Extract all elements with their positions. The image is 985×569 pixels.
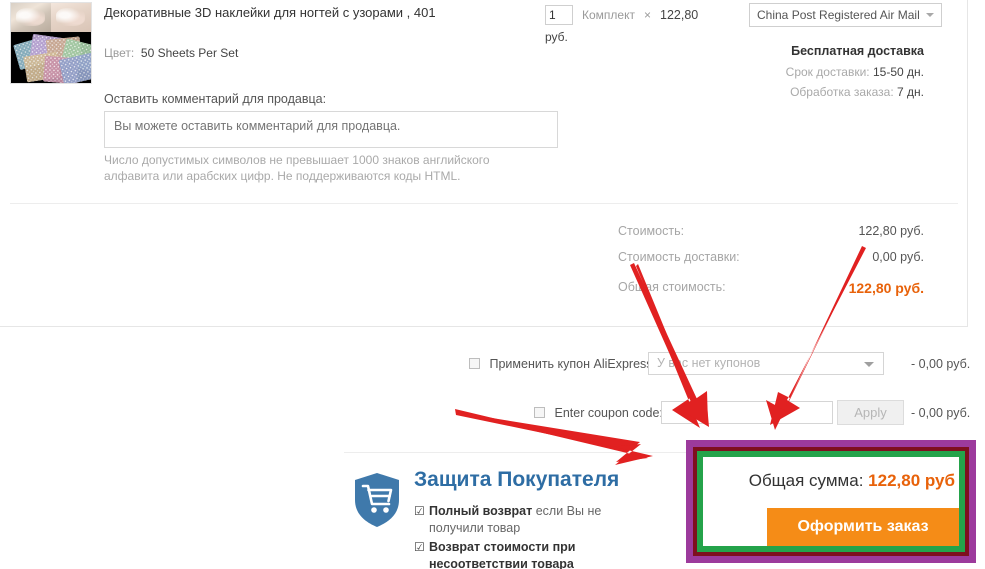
- product-thumbnail[interactable]: [10, 2, 92, 84]
- chevron-down-icon: [864, 362, 874, 367]
- list-item: ☑ Полный возврат если Вы не получили тов…: [414, 503, 624, 537]
- delivery-time-row: Срок доставки: 15-50 дн.: [786, 65, 924, 79]
- coupon-code-checkbox[interactable]: [534, 407, 545, 418]
- chevron-down-icon: [926, 13, 934, 17]
- unit-price-currency: руб.: [545, 30, 568, 44]
- coupon-code-label: Enter coupon code:: [554, 406, 663, 420]
- buyer-protection-list: ☑ Полный возврат если Вы не получили тов…: [414, 503, 624, 569]
- processing-time-label: Обработка заказа:: [790, 85, 894, 99]
- aliexpress-coupon-placeholder: У вас нет купонов: [657, 356, 761, 370]
- coupon-code-amount: - 0,00 руб.: [911, 406, 971, 420]
- checkout-highlight-inner-border: Общая сумма: 122,80 руб Оформить заказ: [697, 451, 965, 552]
- place-order-button[interactable]: Оформить заказ: [767, 508, 959, 546]
- buyer-protection-title: Защита Покупателя: [414, 468, 620, 491]
- product-attribute-label: Цвет:: [104, 46, 135, 60]
- product-title[interactable]: Декоративные 3D наклейки для ногтей с уз…: [104, 4, 504, 21]
- processing-time-row: Обработка заказа: 7 дн.: [790, 85, 924, 99]
- shipping-method-value: China Post Registered Air Mail: [757, 8, 920, 22]
- product-attribute-value: 50 Sheets Per Set: [140, 46, 239, 60]
- grand-total-value: 122,80 руб.: [848, 280, 924, 296]
- order-summary-card: Декоративные 3D наклейки для ногтей с уз…: [0, 0, 968, 327]
- seller-comment-label: Оставить комментарий для продавца:: [104, 92, 327, 106]
- shield-cart-icon: [352, 472, 402, 528]
- section-divider: [10, 203, 958, 204]
- product-attribute: Цвет: 50 Sheets Per Set: [104, 46, 238, 60]
- check-box-icon: ☑: [414, 540, 425, 554]
- shipping-method-select[interactable]: China Post Registered Air Mail: [749, 3, 942, 27]
- apply-coupon-button[interactable]: Apply: [837, 400, 904, 425]
- bp-item-strong-1: Возврат стоимости при: [429, 540, 576, 554]
- processing-time-value: 7 дн.: [897, 85, 924, 99]
- aliexpress-coupon-checkbox[interactable]: [469, 358, 480, 369]
- aliexpress-coupon-row: Применить купон AliExpress:: [469, 357, 656, 371]
- aliexpress-coupon-select[interactable]: У вас нет купонов: [648, 352, 884, 375]
- thumbnail-photo-left: [11, 3, 51, 32]
- thumbnail-photo-right: [51, 3, 91, 32]
- list-item: ☑ Возврат стоимости при несоответствии т…: [414, 539, 624, 569]
- shipping-cost-label: Стоимость доставки:: [618, 250, 740, 264]
- quantity-input[interactable]: [545, 5, 573, 25]
- thumbnail-sticker-sheets: [11, 32, 91, 83]
- seller-comment-hint: Число допустимых символов не превышает 1…: [104, 153, 490, 183]
- checkout-page: Декоративные 3D наклейки для ногтей с уз…: [0, 0, 985, 569]
- bp-item-rest-1: несоответствии товара: [429, 557, 574, 569]
- bp-item-strong-0: Полный возврат: [429, 504, 533, 518]
- checkout-total-value: 122,80 руб: [868, 471, 955, 490]
- aliexpress-coupon-label: Применить купон AliExpress:: [489, 357, 657, 371]
- delivery-time-label: Срок доставки:: [785, 65, 870, 79]
- check-box-icon: ☑: [414, 504, 425, 518]
- free-shipping-label: Бесплатная доставка: [791, 44, 924, 58]
- aliexpress-coupon-amount: - 0,00 руб.: [911, 357, 971, 371]
- coupon-code-row: Enter coupon code:: [534, 406, 663, 420]
- seller-comment-input[interactable]: [104, 111, 558, 148]
- delivery-time-value: 15-50 дн.: [873, 65, 924, 79]
- coupon-code-input[interactable]: [661, 401, 833, 424]
- subtotal-value: 122,80 руб.: [858, 224, 924, 238]
- multiply-sign: ×: [644, 8, 652, 22]
- subtotal-label: Стоимость:: [618, 224, 685, 238]
- checkout-highlight-box: Общая сумма: 122,80 руб Оформить заказ: [686, 440, 976, 563]
- shipping-cost-value: 0,00 руб.: [872, 250, 924, 264]
- thumbnail-top-photos: [11, 3, 91, 32]
- quantity-unit: Комплект: [582, 8, 635, 22]
- grand-total-label: Общая стоимость:: [618, 280, 726, 294]
- unit-price: 122,80: [660, 8, 699, 22]
- checkout-total-row: Общая сумма: 122,80 руб: [703, 471, 959, 491]
- checkout-total-label: Общая сумма:: [748, 471, 864, 490]
